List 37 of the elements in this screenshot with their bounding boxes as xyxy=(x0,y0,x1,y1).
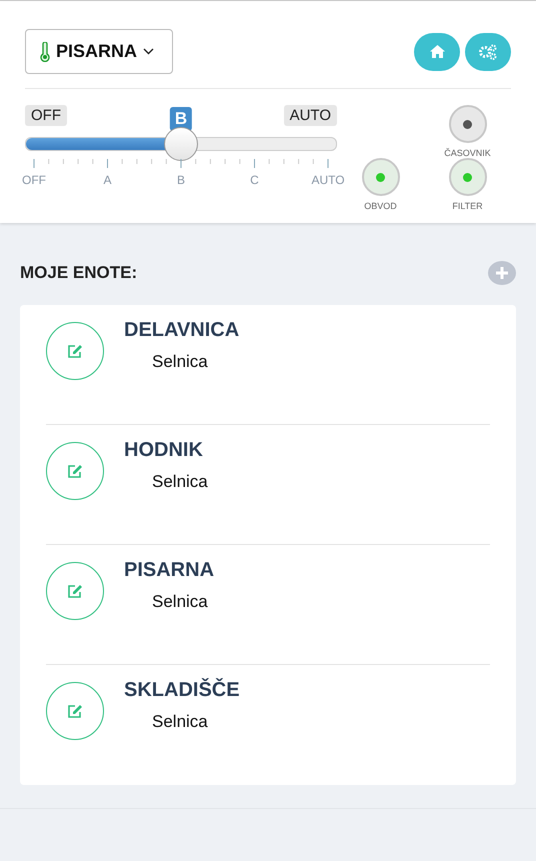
tick-label: B xyxy=(177,173,185,187)
unit-location: Selnica xyxy=(152,472,208,492)
min-label: OFF xyxy=(25,105,67,126)
gears-icon xyxy=(479,44,497,60)
thermometer-icon xyxy=(40,42,50,62)
settings-button[interactable] xyxy=(465,32,511,70)
indicator-label: FILTER xyxy=(452,201,483,211)
edit-icon xyxy=(67,344,83,358)
unit-location: Selnica xyxy=(152,352,209,372)
home-button[interactable] xyxy=(414,32,460,70)
unit-name: PISARNA xyxy=(124,559,214,582)
indicator-label: ČASOVNIK xyxy=(444,148,491,158)
units-heading: MOJE ENOTE: xyxy=(20,263,138,283)
unit-name: HODNIK xyxy=(124,439,204,462)
edit-icon xyxy=(67,704,83,718)
indicator-toggle[interactable] xyxy=(448,158,486,196)
home-icon xyxy=(430,45,444,58)
unit-name: DELAVNICA xyxy=(124,319,240,342)
indicator-label: OBVOD xyxy=(364,201,397,211)
slider-thumb[interactable] xyxy=(164,127,198,161)
unit-name: SKLADIŠČE xyxy=(124,679,240,702)
tick-label: C xyxy=(250,173,259,187)
chevron-down-icon xyxy=(143,48,154,55)
room-dropdown[interactable]: PISARNA xyxy=(25,29,173,74)
max-label: AUTO xyxy=(284,105,337,126)
tick-label: OFF xyxy=(22,173,46,187)
indicator-toggle[interactable] xyxy=(362,158,400,196)
tick-label: A xyxy=(104,173,112,187)
slider-track[interactable] xyxy=(25,127,337,161)
edit-icon xyxy=(67,584,83,598)
indicator-toggle[interactable] xyxy=(448,105,486,143)
add-icon[interactable] xyxy=(488,261,516,285)
tick-label: AUTO xyxy=(311,173,345,187)
unit-location: Selnica xyxy=(152,592,209,612)
unit-location: Selnica xyxy=(152,712,209,732)
edit-icon xyxy=(67,464,83,478)
value-label: B xyxy=(170,107,192,131)
